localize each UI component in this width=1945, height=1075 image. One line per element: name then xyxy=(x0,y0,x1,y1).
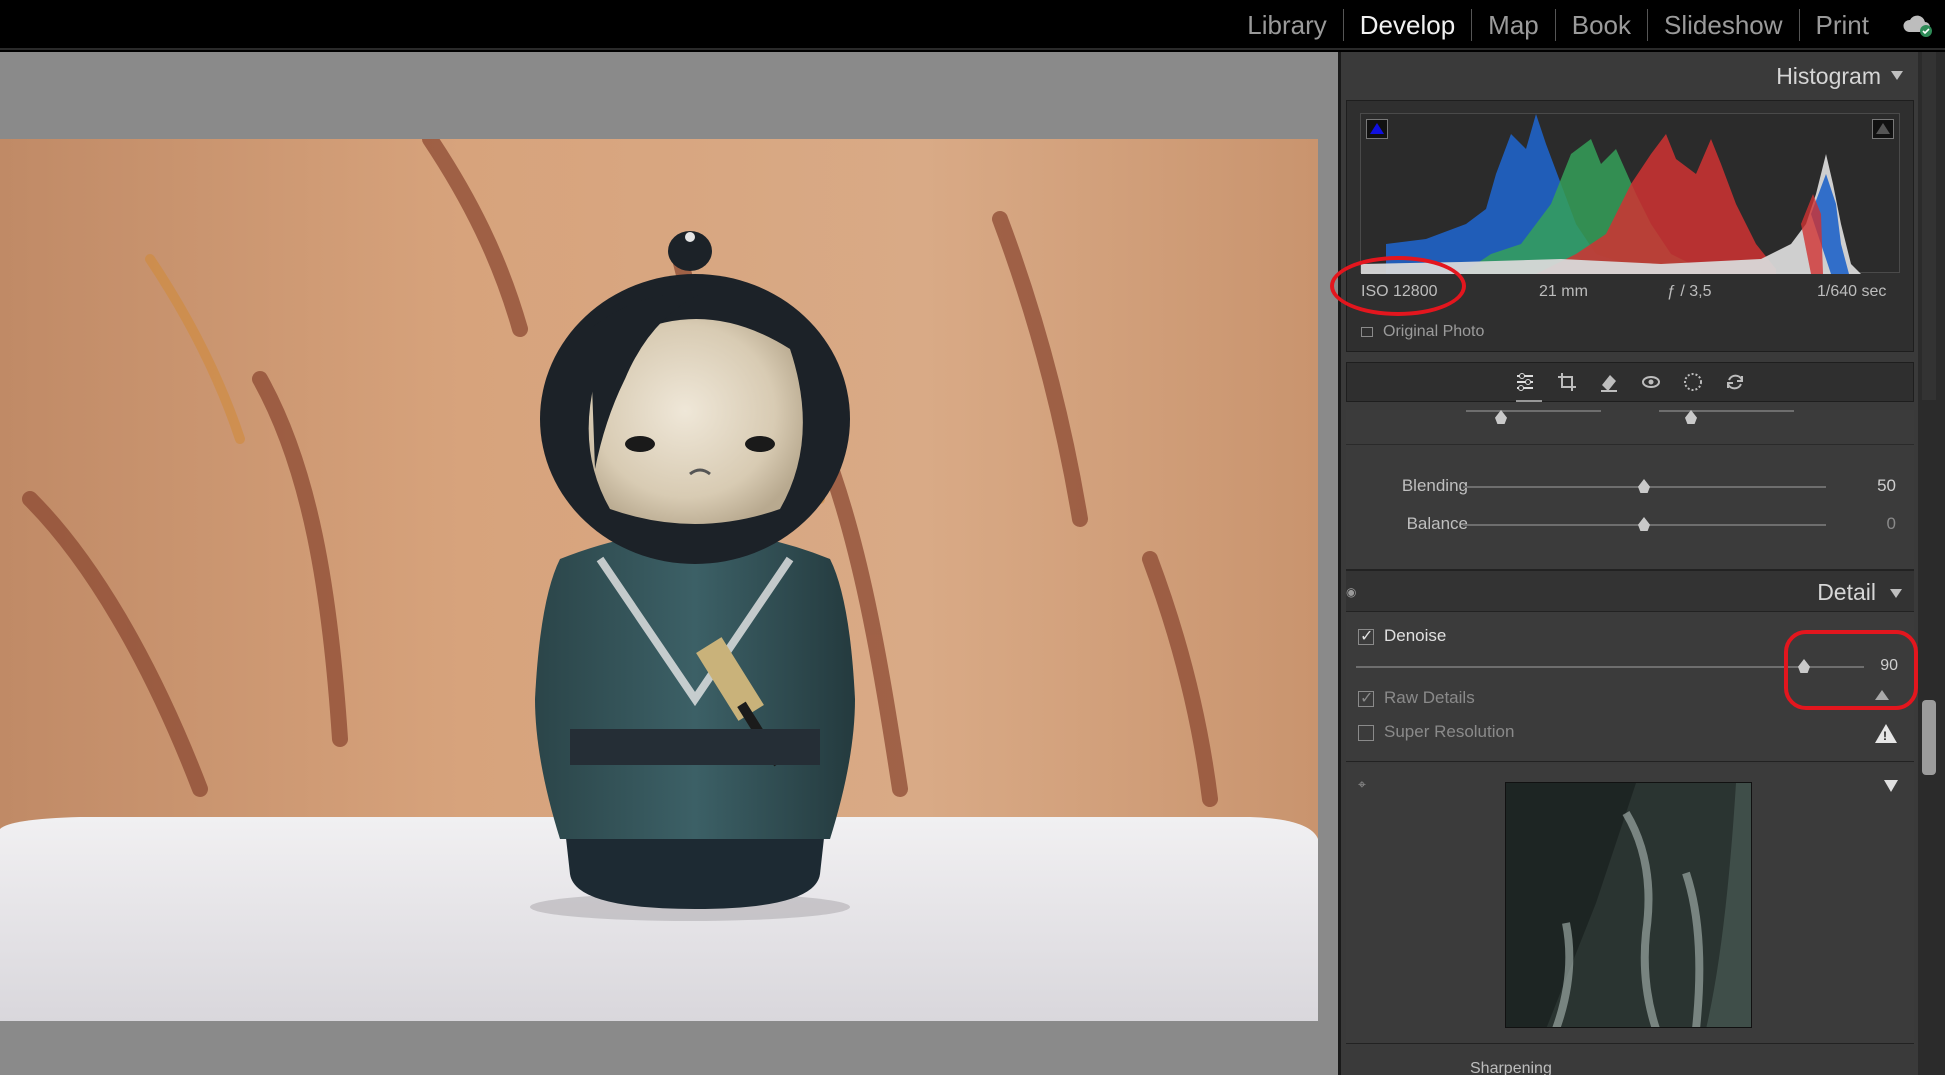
masking-icon[interactable] xyxy=(1682,371,1704,393)
tab-develop[interactable]: Develop xyxy=(1344,9,1473,41)
raw-details-toggle[interactable]: Raw Details xyxy=(1358,688,1475,708)
exif-shutter-speed: 1/640 sec xyxy=(1817,283,1887,300)
denoise-checkbox[interactable] xyxy=(1358,626,1374,646)
denoise-label: Denoise xyxy=(1384,626,1447,645)
tab-slideshow[interactable]: Slideshow xyxy=(1648,9,1800,41)
lightroom-window: Library Develop Map Book Slideshow Print xyxy=(0,0,1945,1075)
exif-focal-length: 21 mm xyxy=(1539,283,1588,300)
highlight-clipping-toggle[interactable] xyxy=(1872,119,1894,139)
crop-icon[interactable] xyxy=(1556,371,1578,393)
develop-tool-strip xyxy=(1346,362,1914,402)
tab-library[interactable]: Library xyxy=(1231,9,1344,41)
eye-visibility-icon[interactable]: ◉ xyxy=(1346,585,1356,599)
detail-zoom-preview[interactable] xyxy=(1505,782,1752,1028)
annotation-circle-iso xyxy=(1330,256,1466,316)
shadow-clipping-toggle[interactable] xyxy=(1366,119,1388,139)
histogram-graph[interactable] xyxy=(1360,113,1900,274)
histogram-header[interactable]: Histogram xyxy=(1345,55,1915,99)
original-photo-checkbox[interactable] xyxy=(1361,326,1373,337)
exif-aperture: ƒ / 3,5 xyxy=(1667,283,1712,300)
reset-icon[interactable] xyxy=(1724,371,1746,393)
effects-section-partial: Blending 50 Balance 0 xyxy=(1346,410,1914,570)
tab-map[interactable]: Map xyxy=(1472,9,1556,41)
blending-label: Blending xyxy=(1401,476,1468,495)
module-picker-bar: Library Develop Map Book Slideshow Print xyxy=(0,0,1945,50)
scrollbar-track-upper xyxy=(1922,52,1936,400)
tab-print[interactable]: Print xyxy=(1800,9,1885,41)
partial-track-left xyxy=(1466,410,1601,412)
balance-value[interactable]: 0 xyxy=(1887,514,1896,534)
divider xyxy=(1346,444,1914,445)
annotation-circle-denoise xyxy=(1784,630,1918,710)
module-tabs: Library Develop Map Book Slideshow Print xyxy=(1231,0,1885,50)
balance-label: Balance xyxy=(1406,514,1468,533)
detail-title: Detail xyxy=(1817,579,1876,605)
cloud-sync-icon[interactable] xyxy=(1901,12,1933,38)
tab-book[interactable]: Book xyxy=(1556,9,1649,41)
super-resolution-toggle[interactable]: Super Resolution xyxy=(1358,722,1514,742)
slider-balance[interactable]: Balance 0 xyxy=(1346,510,1914,540)
blending-value[interactable]: 50 xyxy=(1877,476,1896,496)
scrollbar-thumb[interactable] xyxy=(1922,700,1936,775)
edit-sliders-icon[interactable] xyxy=(1514,371,1536,393)
super-resolution-checkbox[interactable] xyxy=(1358,724,1374,741)
super-resolution-label: Super Resolution xyxy=(1384,722,1515,741)
raw-details-checkbox[interactable] xyxy=(1358,688,1374,708)
red-eye-icon[interactable] xyxy=(1640,371,1662,393)
kokeshi-doll-photo xyxy=(0,139,1318,1021)
partial-track-right xyxy=(1659,410,1794,412)
target-crosshair-icon[interactable]: ⌖ xyxy=(1358,776,1366,793)
original-photo-toggle[interactable]: Original Photo xyxy=(1361,323,1484,341)
histogram-curves xyxy=(1361,114,1861,274)
slider-blending[interactable]: Blending 50 xyxy=(1346,472,1914,502)
histogram-panel: ISO 12800 21 mm ƒ / 3,5 1/640 sec Origin… xyxy=(1346,100,1914,352)
detail-collapse-triangle-icon[interactable] xyxy=(1890,589,1902,598)
photo-preview xyxy=(0,139,1318,1021)
sharpening-label: Sharpening xyxy=(1470,1060,1552,1075)
zoom-preview-image xyxy=(1506,783,1751,1027)
detail-section-header[interactable]: ◉ Detail xyxy=(1346,570,1914,612)
histogram-title: Histogram xyxy=(1776,63,1881,89)
healing-icon[interactable] xyxy=(1598,371,1620,393)
original-photo-label: Original Photo xyxy=(1383,323,1485,340)
super-resolution-warning-icon[interactable]: ! xyxy=(1875,724,1897,743)
denoise-toggle[interactable]: Denoise xyxy=(1358,626,1446,646)
preview-collapse-triangle-icon[interactable] xyxy=(1884,780,1898,792)
active-tool-indicator xyxy=(1516,400,1542,402)
collapse-triangle-icon[interactable] xyxy=(1891,71,1903,80)
image-canvas[interactable] xyxy=(0,52,1338,1075)
raw-details-label: Raw Details xyxy=(1384,688,1475,707)
